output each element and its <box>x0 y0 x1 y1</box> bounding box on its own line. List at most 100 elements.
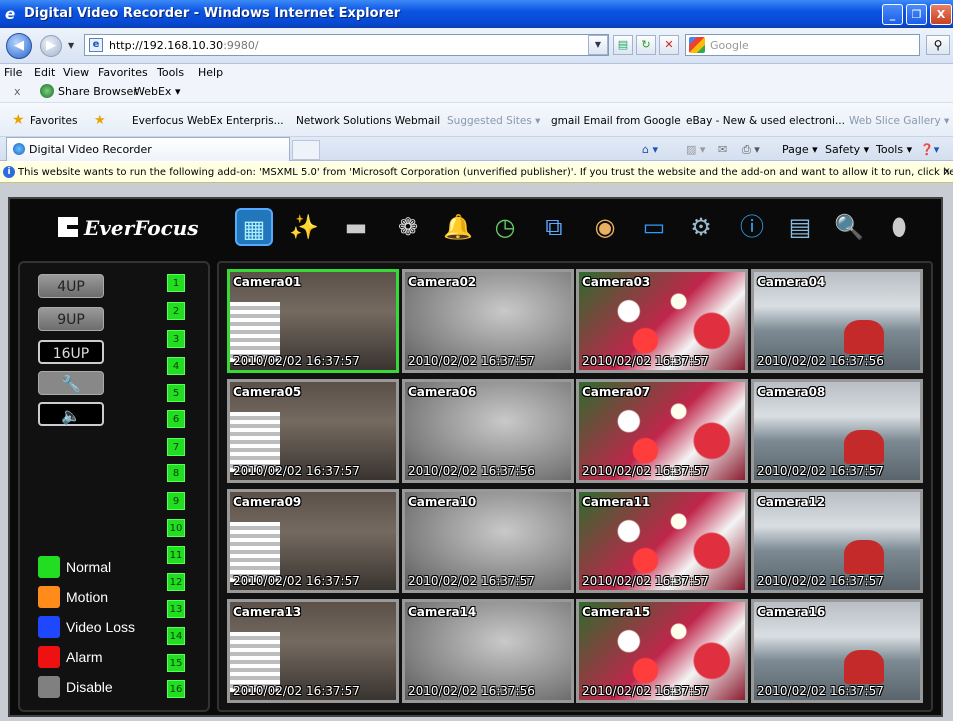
channel-button-11[interactable]: 11 <box>167 546 185 564</box>
menu-help[interactable]: Help <box>198 66 223 79</box>
camera-tile-01[interactable]: Camera01 2010/02/02 16:37:57 <box>227 269 399 373</box>
search-doc-icon[interactable]: 🔍 <box>830 208 868 246</box>
compat-view-icon[interactable]: ▤ <box>613 35 633 55</box>
camera-tile-12[interactable]: Camera12 2010/02/02 16:37:57 <box>751 489 923 593</box>
gears-icon[interactable]: ⚙ <box>682 208 720 246</box>
back-button[interactable]: ◀ <box>6 33 32 59</box>
menu-favorites[interactable]: Favorites <box>98 66 148 79</box>
camera-tile-11[interactable]: Camera11 2010/02/02 16:37:57 <box>576 489 748 593</box>
channel-button-6[interactable]: 6 <box>167 410 185 428</box>
channel-button-16[interactable]: 16 <box>167 680 185 698</box>
channel-button-1[interactable]: 1 <box>167 274 185 292</box>
legend-motion-label: Motion <box>66 589 109 605</box>
network-icon[interactable]: ⧉ <box>535 208 573 246</box>
film-strip-icon[interactable]: ▤ <box>781 208 819 246</box>
camera-tile-08[interactable]: Camera08 2010/02/02 16:37:57 <box>751 379 923 483</box>
channel-button-3[interactable]: 3 <box>167 330 185 348</box>
channel-button-9[interactable]: 9 <box>167 492 185 510</box>
fav-link-netsol[interactable]: Network Solutions Webmail <box>296 115 440 127</box>
information-bar[interactable]: i This website wants to run the followin… <box>0 162 953 183</box>
channel-button-5[interactable]: 5 <box>167 384 185 402</box>
close-toolbar-icon[interactable]: x <box>14 85 21 98</box>
menu-file[interactable]: File <box>4 66 22 79</box>
url-input[interactable]: e http://192.168.10.30:9980/ <box>84 34 609 56</box>
favorites-button[interactable]: Favorites <box>30 115 77 127</box>
url-dropdown-icon[interactable]: ▼ <box>588 35 608 55</box>
camera-timestamp: 2010/02/02 16:37:57 <box>757 574 884 588</box>
layout-16up-button[interactable]: 16UP <box>38 340 104 364</box>
camera-tile-02[interactable]: Camera02 2010/02/02 16:37:57 <box>402 269 574 373</box>
camera-tile-14[interactable]: Camera14 2010/02/02 16:37:56 <box>402 599 574 703</box>
new-tab-button[interactable] <box>292 140 320 160</box>
live-view-icon[interactable]: ▦ <box>235 208 273 246</box>
mail-icon[interactable]: ✉ <box>718 143 727 156</box>
schedule-icon[interactable]: ◷ <box>486 208 524 246</box>
tools-wrench-button[interactable]: 🔧 <box>38 371 104 395</box>
print-icon[interactable]: ⎙ ▾ <box>742 143 760 157</box>
camera-name: Camera09 <box>233 495 302 509</box>
camera-tile-07[interactable]: Camera07 2010/02/02 16:37:57 <box>576 379 748 483</box>
search-input[interactable]: Google <box>685 34 920 56</box>
history-dropdown-icon[interactable]: ▼ <box>68 41 74 50</box>
menu-tools[interactable]: Tools <box>157 66 184 79</box>
monitor-icon[interactable]: ▭ <box>635 208 673 246</box>
tools-menu[interactable]: Tools ▾ <box>876 143 912 156</box>
menu-edit[interactable]: Edit <box>34 66 55 79</box>
maximize-button[interactable]: ❐ <box>906 4 927 25</box>
share-browser-link[interactable]: Share Browser <box>58 85 138 98</box>
search-icon[interactable]: ⚲ <box>926 35 950 55</box>
channel-button-2[interactable]: 2 <box>167 302 185 320</box>
refresh-icon[interactable]: ↻ <box>636 35 656 55</box>
fav-link-webex[interactable]: Everfocus WebEx Enterpris... <box>132 115 284 127</box>
film-reel-icon[interactable]: ❁ <box>389 208 427 246</box>
webex-menu[interactable]: WebEx ▾ <box>134 85 180 98</box>
ptz-dome-icon[interactable]: ⬮ <box>880 208 918 246</box>
info-bar-close-icon[interactable]: x <box>944 166 950 177</box>
close-button[interactable]: X <box>930 4 952 25</box>
fav-link-suggested[interactable]: Suggested Sites ▾ <box>447 115 540 127</box>
camera-tile-13[interactable]: Camera13 2010/02/02 16:37:57 <box>227 599 399 703</box>
channel-button-8[interactable]: 8 <box>167 464 185 482</box>
camera-tile-09[interactable]: Camera09 2010/02/02 16:37:57 <box>227 489 399 593</box>
audio-speaker-button[interactable]: 🔈 <box>38 402 104 426</box>
camera-tile-03[interactable]: Camera03 2010/02/02 16:37:57 <box>576 269 748 373</box>
channel-button-13[interactable]: 13 <box>167 600 185 618</box>
tab-label: Digital Video Recorder <box>29 143 152 156</box>
channel-button-12[interactable]: 12 <box>167 573 185 591</box>
camera-tile-10[interactable]: Camera10 2010/02/02 16:37:57 <box>402 489 574 593</box>
bell-icon[interactable]: 🔔 <box>439 208 477 246</box>
favorites-star-icon: ★ <box>12 112 25 128</box>
stop-icon[interactable]: ✕ <box>659 35 679 55</box>
magic-wand-icon[interactable]: ✨ <box>285 208 323 246</box>
channel-button-15[interactable]: 15 <box>167 654 185 672</box>
info-bar-message[interactable]: This website wants to run the following … <box>18 167 953 178</box>
minimize-button[interactable]: _ <box>882 4 903 25</box>
tab-digital-video-recorder[interactable]: Digital Video Recorder <box>6 137 290 161</box>
channel-button-10[interactable]: 10 <box>167 519 185 537</box>
favorites-bar: ★ Favorites ★ Everfocus WebEx Enterpris.… <box>0 103 953 137</box>
fav-link-ebay[interactable]: eBay - New & used electroni... <box>686 115 845 127</box>
fav-link-webslice[interactable]: Web Slice Gallery ▾ <box>849 115 949 127</box>
fav-link-gmail[interactable]: gmail Email from Google <box>551 115 681 127</box>
help-icon[interactable]: ❓▾ <box>920 143 939 156</box>
forward-button[interactable]: ▶ <box>40 35 62 57</box>
hdd-icon[interactable]: ◉ <box>586 208 624 246</box>
safety-menu[interactable]: Safety ▾ <box>825 143 869 156</box>
camera-tile-06[interactable]: Camera06 2010/02/02 16:37:56 <box>402 379 574 483</box>
feeds-icon[interactable]: ▨ ▾ <box>686 143 705 156</box>
info-icon[interactable]: ⓘ <box>733 208 771 246</box>
camera-tile-16[interactable]: Camera16 2010/02/02 16:37:57 <box>751 599 923 703</box>
menu-view[interactable]: View <box>63 66 89 79</box>
add-favorites-icon[interactable]: ★ <box>94 113 106 128</box>
channel-button-4[interactable]: 4 <box>167 357 185 375</box>
channel-button-7[interactable]: 7 <box>167 438 185 456</box>
camera-tile-15[interactable]: Camera15 2010/02/02 16:37:57 <box>576 599 748 703</box>
camera-icon[interactable]: ▬ <box>337 208 375 246</box>
layout-4up-button[interactable]: 4UP <box>38 274 104 298</box>
channel-button-14[interactable]: 14 <box>167 627 185 645</box>
home-icon[interactable]: ⌂ ▾ <box>642 143 658 156</box>
layout-9up-button[interactable]: 9UP <box>38 307 104 331</box>
camera-tile-04[interactable]: Camera04 2010/02/02 16:37:56 <box>751 269 923 373</box>
camera-tile-05[interactable]: Camera05 2010/02/02 16:37:57 <box>227 379 399 483</box>
page-menu[interactable]: Page ▾ <box>782 143 818 156</box>
